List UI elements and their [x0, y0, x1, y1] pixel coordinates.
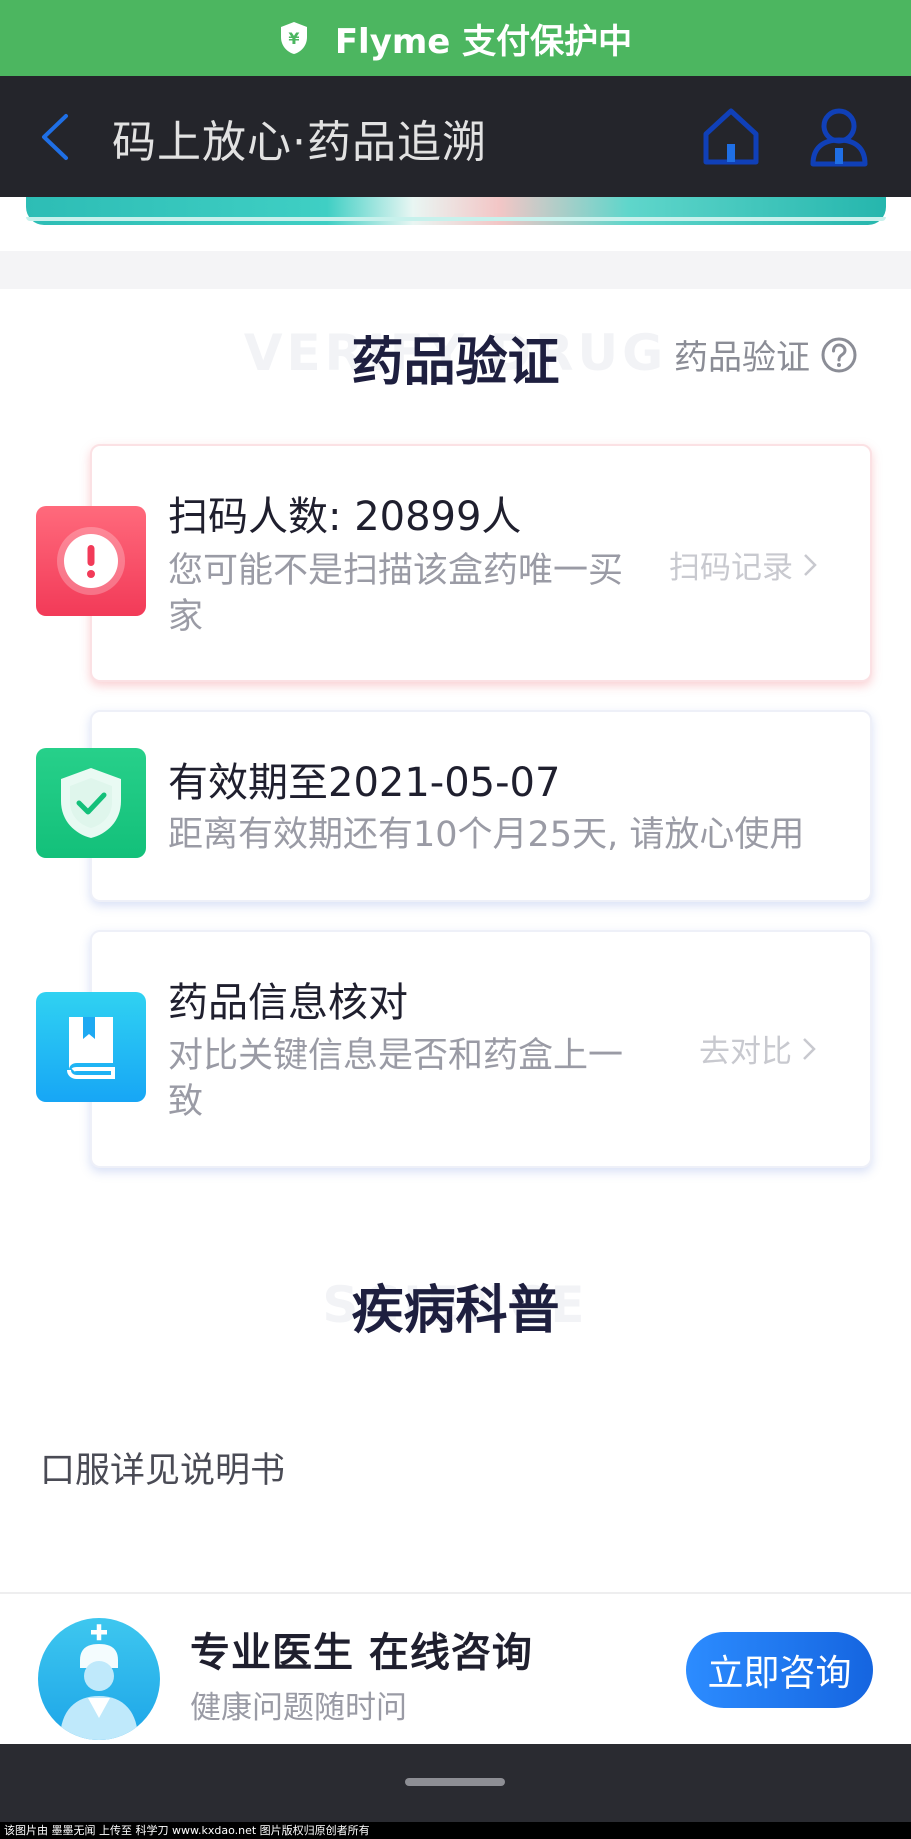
expiry-title: 有效期至2021-05-07 [168, 760, 561, 806]
home-icon[interactable] [700, 106, 762, 166]
compare-link[interactable]: 去对比 [699, 1026, 816, 1071]
user-icon[interactable] [808, 106, 870, 168]
payment-protection-bar: ¥ Flyme 支付保护中 [0, 0, 911, 76]
consult-title: 专业医生 在线咨询 [190, 1630, 533, 1676]
scan-count-subtitle: 您可能不是扫描该盒药唯一买家 [168, 551, 624, 637]
doctor-avatar-icon [60, 1624, 138, 1740]
payment-protection-text: Flyme 支付保护中 [334, 21, 633, 62]
usage-note: 口服详见说明书 [40, 1451, 286, 1491]
verify-help-link[interactable]: 药品验证 [674, 330, 858, 379]
nav-header: 码上放心·药品追溯 [0, 76, 911, 197]
promo-banner[interactable] [26, 197, 886, 225]
home-gesture-handle[interactable] [405, 1778, 505, 1786]
consult-bar: 专业医生 在线咨询 健康问题随时问 立即咨询 [0, 1592, 911, 1744]
consult-subtitle: 健康问题随时问 [190, 1690, 407, 1726]
back-chevron-icon[interactable] [36, 112, 76, 162]
drug-info-subtitle: 对比关键信息是否和药盒上一致 [168, 1036, 624, 1122]
alert-badge [36, 506, 146, 616]
section-divider [0, 251, 911, 289]
system-nav-bar [0, 1744, 911, 1822]
yuan-shield-icon: ¥ [280, 22, 307, 54]
doctor-avatar [38, 1618, 160, 1740]
chevron-right-icon [803, 1037, 816, 1060]
drug-info-title: 药品信息核对 [168, 980, 408, 1026]
page-title: 码上放心·药品追溯 [112, 117, 487, 168]
check-shield-icon [61, 768, 121, 838]
alert-circle-icon [57, 527, 125, 595]
compare-label: 去对比 [699, 1034, 792, 1070]
svg-text:¥: ¥ [288, 29, 299, 48]
scan-records-link[interactable]: 扫码记录 [669, 542, 817, 587]
book-icon [67, 1017, 115, 1079]
watermark-caption: 该图片由 墨墨无闻 上传至 科学刀 www.kxdao.net 图片版权归原创者… [0, 1822, 911, 1839]
shield-badge [36, 748, 146, 858]
consult-now-button[interactable]: 立即咨询 [686, 1632, 873, 1708]
expiry-subtitle: 距离有效期还有10个月25天, 请放心使用 [168, 815, 805, 855]
science-section-title: 疾病科普 [351, 1281, 560, 1341]
scan-records-label: 扫码记录 [669, 550, 793, 586]
banner-strip [0, 197, 911, 251]
verify-help-label: 药品验证 [674, 338, 810, 378]
question-circle-icon [821, 337, 857, 372]
chevron-right-icon [804, 553, 817, 576]
book-badge [36, 992, 146, 1102]
scan-count-title: 扫码人数: 20899人 [168, 494, 522, 540]
